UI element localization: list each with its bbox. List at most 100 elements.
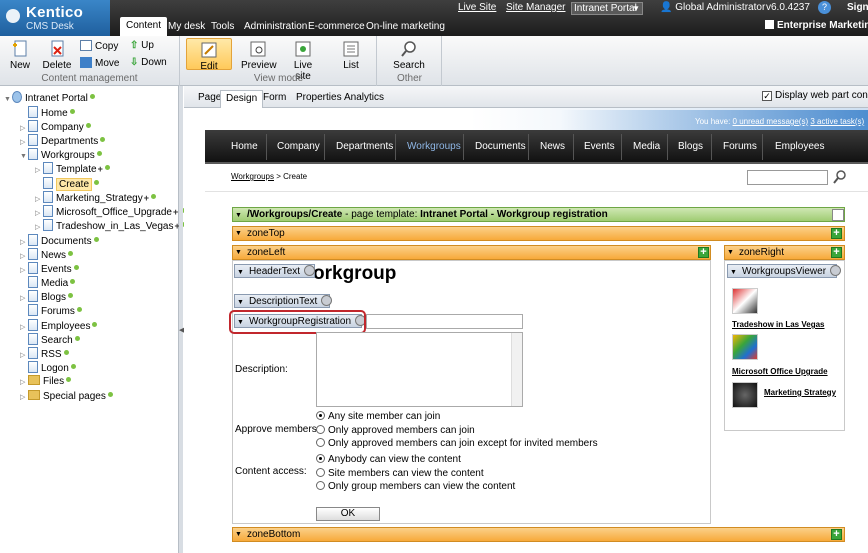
up-button[interactable]: ⇧ Up (130, 40, 154, 51)
tree-item-media[interactable]: Media (20, 276, 76, 289)
gear-icon[interactable] (321, 295, 333, 306)
radio-site-members-view[interactable]: Site members can view the content (316, 468, 484, 479)
live-site-link[interactable]: Live Site (458, 2, 496, 13)
radio-approved-except-invited[interactable]: Only approved members can join except fo… (316, 438, 598, 449)
delete-button[interactable]: Delete (42, 40, 72, 71)
expand-icon[interactable]: ▷ (35, 164, 43, 177)
tradeshow-link[interactable]: Tradeshow in Las Vegas (732, 320, 824, 329)
tree-item-blogs[interactable]: ▷ Blogs (20, 290, 74, 303)
copy-button[interactable]: Copy (80, 40, 118, 52)
tree-item-news[interactable]: ▷ News (20, 248, 74, 261)
edit-button[interactable]: Edit (186, 38, 232, 72)
tree-root[interactable]: ▼ Intranet Portal (4, 91, 95, 104)
display-web-part-content[interactable]: ✓Display web part content (762, 90, 868, 101)
tab-analytics[interactable]: Analytics (339, 90, 389, 108)
search-button[interactable]: Search (392, 40, 426, 71)
breadcrumb-workgroups-link[interactable]: Workgroups (231, 172, 274, 181)
tab-tools[interactable]: Tools (205, 18, 240, 36)
nav-company[interactable]: Company (277, 141, 320, 152)
tree-item-documents[interactable]: ▷ Documents (20, 234, 99, 247)
name-field[interactable] (366, 314, 523, 329)
caret-down-icon[interactable]: ▼ (235, 209, 242, 222)
tree-item-home[interactable]: Home (20, 106, 75, 119)
tree-item-events[interactable]: ▷ Events (20, 262, 79, 275)
tree-item-office-upgrade[interactable]: ▷ Microsoft_Office_Upgrade+ (35, 205, 186, 218)
expand-icon[interactable]: ▷ (20, 376, 28, 389)
caret-down-icon[interactable]: ▼ (727, 246, 734, 259)
unread-messages-link[interactable]: 0 unread message(s) (733, 117, 809, 126)
collapse-icon[interactable]: ▼ (4, 93, 12, 106)
preview-button[interactable]: Preview (241, 40, 277, 71)
caret-down-icon[interactable]: ▼ (235, 246, 242, 259)
tree-item-template[interactable]: ▷ Template+ (35, 162, 110, 175)
zone-bottom-bar[interactable]: ▼ zoneBottom (232, 527, 845, 542)
tradeshow-thumbnail[interactable] (732, 288, 758, 314)
description-textarea[interactable] (316, 332, 523, 407)
radio-anybody-view[interactable]: Anybody can view the content (316, 454, 461, 465)
tree-item-workgroups[interactable]: ▼ Workgroups (20, 148, 102, 161)
tree-item-tradeshow[interactable]: ▷ Tradeshow_in_Las_Vegas+ (35, 219, 187, 232)
tree-item-company[interactable]: ▷ Company (20, 120, 91, 133)
caret-down-icon[interactable]: ▼ (237, 297, 244, 309)
tab-content[interactable]: Content (120, 17, 168, 36)
tab-my-desk[interactable]: My desk (162, 18, 211, 36)
nav-events[interactable]: Events (584, 141, 615, 152)
add-web-part-icon[interactable]: + (831, 529, 842, 540)
marketing-strategy-link[interactable]: Marketing Strategy (764, 388, 836, 397)
tree-item-create[interactable]: Create (35, 177, 100, 191)
caret-down-icon[interactable]: ▼ (235, 528, 242, 541)
tree-item-marketing-strategy[interactable]: ▷ Marketing_Strategy+ (35, 191, 156, 204)
marketing-strategy-thumbnail[interactable] (732, 382, 758, 408)
collapse-icon[interactable]: ▼ (20, 150, 28, 163)
add-web-part-icon[interactable]: + (698, 247, 709, 258)
nav-departments[interactable]: Departments (336, 141, 393, 152)
kentico-logo[interactable]: Kentico CMS Desk (0, 0, 110, 36)
ok-button[interactable]: OK (316, 507, 380, 521)
add-web-part-icon[interactable]: + (831, 247, 842, 258)
tree-item-search[interactable]: Search (20, 333, 80, 346)
down-button[interactable]: ⇩ Down (130, 57, 167, 68)
tree-item-rss[interactable]: ▷ RSS (20, 347, 69, 360)
gear-icon[interactable] (304, 265, 316, 276)
tab-online-marketing[interactable]: On-line marketing (360, 18, 451, 36)
nav-employees[interactable]: Employees (775, 141, 824, 152)
pane-splitter[interactable] (179, 86, 183, 553)
nav-media[interactable]: Media (633, 141, 660, 152)
web-part-headertext[interactable]: ▼ HeaderText (234, 264, 316, 278)
tree-item-departments[interactable]: ▷ Departments (20, 134, 106, 147)
caret-down-icon[interactable]: ▼ (730, 267, 737, 279)
edit-template-icon[interactable] (832, 209, 844, 221)
tree-item-forums[interactable]: Forums (20, 304, 82, 317)
tree-item-special-pages[interactable]: ▷ Special pages (20, 390, 113, 403)
office-upgrade-thumbnail[interactable] (732, 334, 758, 360)
active-tasks-link[interactable]: 3 active task(s) (810, 117, 864, 126)
scrollbar[interactable] (511, 333, 522, 406)
gear-icon[interactable] (830, 265, 842, 276)
page-template-bar[interactable]: ▼ /Workgroups/Create - page template: Int… (232, 207, 845, 222)
radio-approved-members[interactable]: Only approved members can join (316, 425, 475, 436)
site-manager-link[interactable]: Site Manager (506, 2, 565, 13)
tree-item-employees[interactable]: ▷ Employees (20, 319, 98, 332)
nav-news[interactable]: News (540, 141, 565, 152)
tree-item-files[interactable]: ▷ Files (20, 375, 72, 389)
web-part-workgroupsviewer[interactable]: ▼ WorkgroupsViewer (727, 264, 842, 279)
new-button[interactable]: New (6, 40, 34, 71)
tab-design[interactable]: Design (220, 90, 264, 108)
tab-form[interactable]: Form (258, 90, 291, 108)
expand-icon[interactable]: ▷ (35, 221, 43, 234)
sign-out-link[interactable]: Sign (847, 2, 868, 13)
help-icon[interactable]: ? (818, 1, 831, 14)
nav-workgroups[interactable]: Workgroups (407, 141, 461, 152)
zone-right-bar[interactable]: ▼ zoneRight (724, 245, 845, 260)
move-button[interactable]: Move (80, 57, 119, 69)
site-search-input[interactable] (747, 170, 828, 185)
caret-down-icon[interactable]: ▼ (235, 227, 242, 240)
nav-documents[interactable]: Documents (475, 141, 526, 152)
checkbox-checked-icon[interactable]: ✓ (762, 91, 772, 101)
web-part-descriptiontext[interactable]: ▼ DescriptionText (234, 294, 333, 309)
zone-top-bar[interactable]: ▼ zoneTop (232, 226, 845, 241)
nav-home[interactable]: Home (231, 141, 258, 152)
expand-icon[interactable]: ▷ (20, 391, 28, 404)
search-icon[interactable] (833, 170, 847, 184)
nav-forums[interactable]: Forums (723, 141, 757, 152)
